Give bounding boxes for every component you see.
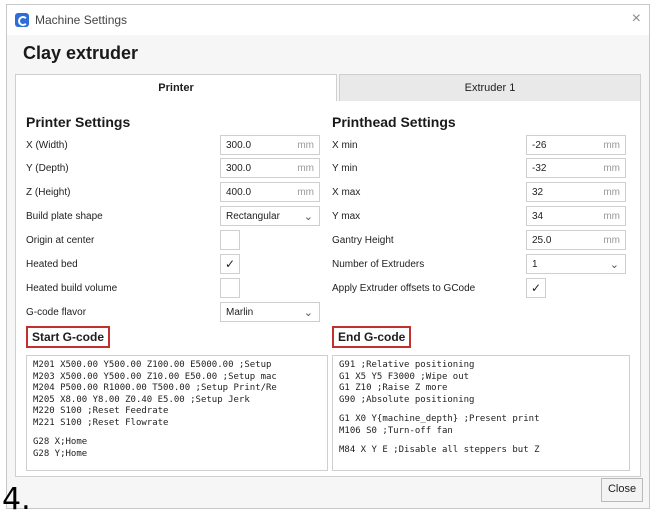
chevron-down-icon: ⌄ [303,307,313,319]
y-min-unit: mm [603,163,620,174]
machine-settings-dialog: Machine Settings × Clay extruder Printer… [6,4,650,509]
gcode-line: M204 P500.00 R1000.00 T500.00 ;Setup Pri… [33,383,277,393]
x-min-value: -26 [532,140,547,151]
gcode-line: G28 X;Home [33,437,88,447]
gcode-flavor-label: G-code flavor [26,307,87,318]
gcode-line: M220 S100 ;Reset Feedrate [33,406,169,416]
x-max-unit: mm [603,187,620,198]
number-of-extruders-label: Number of Extruders [332,259,425,270]
gantry-height-unit: mm [603,235,620,246]
x-width-value: 300.0 [226,140,252,151]
x-width-field[interactable]: 300.0 mm [220,135,320,155]
tab-printer[interactable]: Printer [15,74,337,102]
close-icon[interactable]: × [632,10,641,28]
origin-at-center-checkbox[interactable] [220,230,240,250]
build-plate-shape-label: Build plate shape [26,211,103,222]
gcode-line: M203 X500.00 Y500.00 Z10.00 E50.00 ;Setu… [33,371,277,382]
gantry-height-label: Gantry Height [332,235,394,246]
gcode-flavor-dropdown[interactable]: Marlin ⌄ [220,302,320,322]
cura-app-icon [15,13,29,27]
gcode-line: M201 X500.00 Y500.00 Z100.00 E5000.00 ;S… [33,360,272,370]
chevron-down-icon: ⌄ [609,259,619,271]
y-min-field[interactable]: -32 mm [526,158,626,178]
gcode-line [339,437,623,445]
build-plate-shape-dropdown[interactable]: Rectangular ⌄ [220,206,320,226]
y-min-value: -32 [532,163,547,174]
y-depth-value: 300.0 [226,163,252,174]
y-max-unit: mm [603,211,620,222]
end-gcode-editor[interactable]: G91 ;Relative positioning G1 X5 Y5 F3000 … [332,355,630,471]
printhead-settings-heading: Printhead Settings [332,114,456,130]
start-gcode-heading: Start G-code [26,326,111,348]
gcode-line: M84 X Y E ;Disable all steppers but Z [339,445,540,455]
heated-bed-label: Heated bed [26,259,78,270]
x-min-field[interactable]: -26 mm [526,135,626,155]
gcode-line [33,429,321,437]
window-title: Machine Settings [35,13,128,27]
apply-extruder-offsets-label: Apply Extruder offsets to GCode [332,283,476,294]
printer-settings-heading: Printer Settings [26,114,131,130]
end-gcode-heading: End G-code [332,326,412,348]
y-depth-unit: mm [297,163,314,174]
gcode-line: G28 Y;Home [33,448,88,459]
x-min-unit: mm [603,140,620,151]
gcode-line: M205 X8.00 Y8.00 Z0.40 E5.00 ;Setup Jerk [33,394,250,405]
z-height-value: 400.0 [226,187,252,198]
x-max-label: X max [332,187,361,198]
gcode-line: G1 Z10 ;Raise Z more [339,383,448,393]
gcode-line: G1 X5 Y5 F3000 ;Wipe out [339,371,470,382]
number-of-extruders-value: 1 [532,259,538,270]
gcode-line [339,406,623,414]
z-height-field[interactable]: 400.0 mm [220,182,320,202]
x-min-label: X min [332,140,358,151]
printer-panel: Printer Settings X (Width) 300.0 mm Y (D… [15,101,641,477]
heated-bed-checkbox[interactable]: ✓ [220,254,240,274]
y-max-value: 34 [532,211,544,222]
heated-build-volume-checkbox[interactable] [220,278,240,298]
gantry-height-field[interactable]: 25.0 mm [526,230,626,250]
tab-extruder-1[interactable]: Extruder 1 [339,74,641,102]
machine-name: Clay extruder [23,43,139,63]
number-of-extruders-dropdown[interactable]: 1 ⌄ [526,254,626,274]
gcode-line: G1 X0 Y{machine_depth} ;Present print [339,414,540,424]
x-max-value: 32 [532,187,544,198]
x-width-unit: mm [297,140,314,151]
gcode-line: M106 S0 ;Turn-off fan [339,425,453,436]
x-max-field[interactable]: 32 mm [526,182,626,202]
gcode-line: M221 S100 ;Reset Flowrate [33,417,169,428]
z-height-label: Z (Height) [26,187,71,198]
y-max-field[interactable]: 34 mm [526,206,626,226]
y-max-label: Y max [332,211,361,222]
chevron-down-icon: ⌄ [303,211,313,223]
close-button[interactable]: Close [601,478,643,502]
build-plate-shape-value: Rectangular [226,211,280,222]
title-bar: Machine Settings × [7,5,649,35]
gcode-flavor-value: Marlin [226,307,254,318]
gantry-height-value: 25.0 [532,235,552,246]
start-gcode-editor[interactable]: M201 X500.00 Y500.00 Z100.00 E5000.00 ;S… [26,355,328,471]
heated-build-volume-label: Heated build volume [26,283,118,294]
apply-extruder-offsets-checkbox[interactable]: ✓ [526,278,546,298]
y-min-label: Y min [332,163,358,174]
origin-at-center-label: Origin at center [26,235,95,246]
y-depth-label: Y (Depth) [26,163,69,174]
y-depth-field[interactable]: 300.0 mm [220,158,320,178]
gcode-line: G90 ;Absolute positioning [339,394,475,405]
x-width-label: X (Width) [26,140,68,151]
tab-bar: Printer Extruder 1 [15,74,641,102]
z-height-unit: mm [297,187,314,198]
gcode-line: G91 ;Relative positioning [339,360,475,370]
